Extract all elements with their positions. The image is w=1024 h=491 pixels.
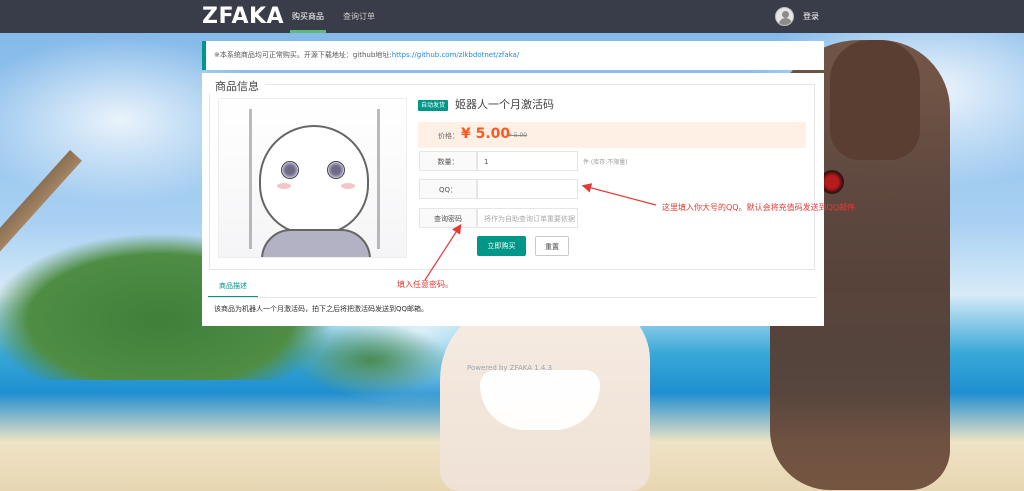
image-eye-left <box>281 161 299 179</box>
background-character-swimsuit <box>480 370 600 430</box>
image-hair-strand <box>377 109 380 249</box>
product-title: 姬器人一个月激活码 <box>455 98 554 111</box>
tab-divider <box>207 297 817 298</box>
login-link[interactable]: 登录 <box>803 0 819 33</box>
qq-input[interactable] <box>477 179 578 199</box>
image-hair-strand <box>249 109 252 249</box>
product-description: 该商品为机器人一个月激活码，拍下之后将把激活码发送到QQ邮箱。 <box>214 305 429 313</box>
query-password-input[interactable]: 将作为自助查询订单重要依据 <box>477 208 578 228</box>
image-eye-right <box>327 161 345 179</box>
query-password-label: 查询密码 <box>419 208 477 228</box>
quantity-input[interactable]: 1 <box>477 151 578 171</box>
image-blush <box>277 183 291 189</box>
price-value: ¥ 5.00 <box>461 126 511 142</box>
stock-text: 件 (库存:不限量) <box>583 159 628 166</box>
user-avatar-icon[interactable] <box>775 7 794 26</box>
tab-product-description[interactable]: 商品描述 <box>208 278 258 298</box>
image-blush <box>341 183 355 189</box>
image-face <box>259 125 369 235</box>
top-navbar <box>0 0 1024 33</box>
notice-text: ※本系统商品均可正常购买。开源下载地址：github地址: <box>214 51 392 59</box>
nav-query-orders[interactable]: 查询订单 <box>341 0 377 33</box>
notice-bar: ※本系统商品均可正常购买。开源下载地址：github地址:https://git… <box>202 41 824 70</box>
background-character-body <box>440 300 650 491</box>
price-label: 价格： <box>438 132 459 140</box>
qq-label: QQ： <box>419 179 477 199</box>
image-collar <box>261 229 371 257</box>
quantity-label: 数量： <box>419 151 477 171</box>
reset-button[interactable]: 重置 <box>535 236 569 256</box>
buy-now-button[interactable]: 立即购买 <box>477 236 526 256</box>
site-logo[interactable]: ZFAKA <box>202 3 284 30</box>
section-title: 商品信息 <box>209 78 265 94</box>
product-image <box>218 98 407 258</box>
qq-hint-annotation: 这里填入你大号的QQ。默认会将充值码发送到QQ邮件 <box>662 203 856 212</box>
original-price: ¥ 5.00 <box>508 132 528 139</box>
github-link[interactable]: https://github.com/zlkbdotnet/zfaka/ <box>392 51 520 59</box>
nav-buy-products[interactable]: 购买商品 <box>290 0 326 33</box>
background-character-head <box>830 40 920 160</box>
auto-delivery-badge: 自动发货 <box>418 100 449 111</box>
password-hint-annotation: 填入任意密码。 <box>397 280 453 289</box>
powered-by-footer: Powered by ZFAKA 1.4.3 <box>467 364 553 372</box>
